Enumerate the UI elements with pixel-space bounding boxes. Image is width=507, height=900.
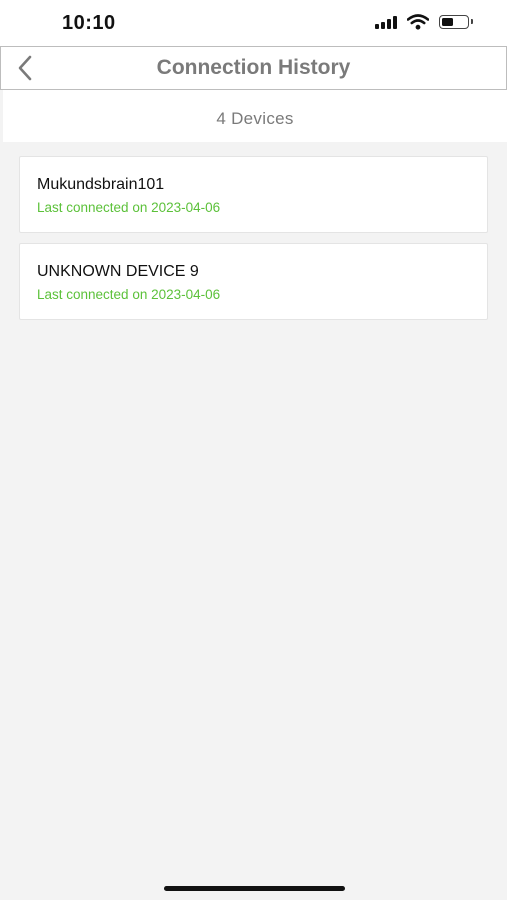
wifi-icon	[407, 14, 429, 30]
device-card[interactable]: Mukundsbrain101 Last connected on 2023-0…	[19, 156, 488, 233]
device-last-connected: Last connected on 2023-04-06	[37, 200, 221, 215]
home-indicator	[164, 886, 345, 891]
signal-icon	[375, 15, 397, 29]
device-name: UNKNOWN DEVICE 9	[37, 263, 199, 280]
page-title: Connection History	[156, 56, 351, 79]
device-card[interactable]: UNKNOWN DEVICE 9 Last connected on 2023-…	[19, 243, 488, 320]
nav-bar: Connection History	[0, 46, 507, 90]
status-icons	[375, 14, 473, 30]
devices-header: 4 Devices	[3, 90, 507, 142]
status-bar: 10:10	[0, 0, 507, 46]
device-last-connected: Last connected on 2023-04-06	[37, 287, 221, 302]
device-name: Mukundsbrain101	[37, 176, 165, 193]
battery-icon	[439, 15, 473, 29]
devices-count: 4 Devices	[216, 109, 294, 128]
status-time: 10:10	[62, 12, 116, 34]
